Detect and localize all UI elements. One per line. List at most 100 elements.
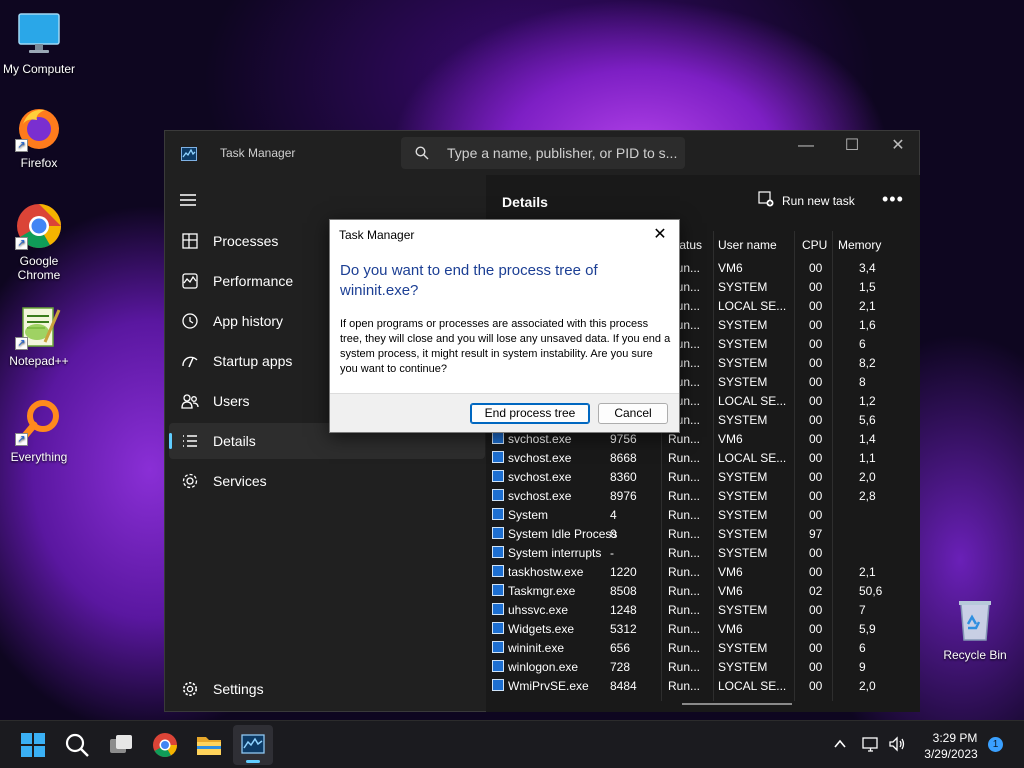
table-row[interactable]: svchost.exe 8360 Run... SYSTEM 00 2,0 xyxy=(486,467,920,486)
memory-cell: 1,1 xyxy=(859,451,876,465)
sidebar-item-settings[interactable]: Settings xyxy=(169,671,485,707)
sidebar-item-services[interactable]: Services xyxy=(169,463,485,499)
desktop-icon-label: Recycle Bin xyxy=(943,648,1007,662)
desktop-icon-label: Notepad++ xyxy=(9,354,69,368)
cpu-cell: 00 xyxy=(809,660,823,674)
table-row[interactable]: System Idle Process 0 Run... SYSTEM 97 xyxy=(486,524,920,543)
desktop-icon-notepadpp[interactable]: ↗ Notepad++ xyxy=(1,302,77,368)
table-row[interactable]: uhssvc.exe 1248 Run... SYSTEM 00 7 xyxy=(486,600,920,619)
status-cell: Run... xyxy=(668,565,701,579)
page-title: Details xyxy=(502,194,548,210)
cancel-button[interactable]: Cancel xyxy=(598,403,668,424)
close-window-button[interactable]: ✕ xyxy=(875,131,921,163)
title-bar: Task Manager — ☐ ✕ xyxy=(165,131,919,175)
search-icon[interactable] xyxy=(62,730,92,760)
gear-icon xyxy=(181,680,199,698)
desktop-icon-firefox[interactable]: ↗ Firefox xyxy=(1,104,77,170)
dialog-close-button[interactable]: ✕ xyxy=(649,224,671,246)
cpu-cell: 00 xyxy=(809,679,823,693)
memory-cell: 50,6 xyxy=(859,584,883,598)
table-row[interactable]: svchost.exe 8976 Run... SYSTEM 00 2,8 xyxy=(486,486,920,505)
clock-date[interactable]: 3/29/2023 xyxy=(918,747,984,761)
table-row[interactable]: Widgets.exe 5312 Run... VM6 00 5,9 xyxy=(486,619,920,638)
desktop-icon-chrome[interactable]: ↗ Google Chrome xyxy=(1,202,77,282)
column-header-memory[interactable]: Memory xyxy=(838,238,881,252)
process-icon xyxy=(492,565,504,577)
cpu-cell: 00 xyxy=(809,622,823,636)
recycle-bin-icon xyxy=(951,596,999,644)
process-icon xyxy=(492,489,504,501)
status-cell: Run... xyxy=(668,622,701,636)
table-row[interactable]: taskhostw.exe 1220 Run... VM6 00 2,1 xyxy=(486,562,920,581)
process-name-cell: Widgets.exe xyxy=(508,622,575,636)
notification-badge[interactable]: 1 xyxy=(988,737,1003,752)
column-header-user[interactable]: User name xyxy=(718,238,777,252)
user-name-cell: SYSTEM xyxy=(718,337,768,351)
task-view-icon[interactable] xyxy=(106,730,136,760)
cpu-cell: 00 xyxy=(809,299,823,313)
sidebar-item-label: Startup apps xyxy=(213,353,293,369)
cpu-cell: 00 xyxy=(809,603,823,617)
pid-cell: 4 xyxy=(610,508,617,522)
desktop-icon-everything[interactable]: ↗ Everything xyxy=(1,398,77,464)
user-name-cell: VM6 xyxy=(718,565,743,579)
status-cell: Run... xyxy=(668,527,701,541)
dialog-message: If open programs or processes are associ… xyxy=(340,318,671,375)
horizontal-scrollbar[interactable] xyxy=(486,703,906,706)
end-process-tree-button[interactable]: End process tree xyxy=(470,403,590,424)
pid-cell: 8508 xyxy=(610,584,637,598)
cpu-cell: 00 xyxy=(809,280,823,294)
pid-cell: - xyxy=(610,546,614,560)
pid-cell: 1220 xyxy=(610,565,637,579)
table-row[interactable]: winlogon.exe 728 Run... SYSTEM 00 9 xyxy=(486,657,920,676)
column-header-cpu[interactable]: CPU xyxy=(802,238,827,252)
process-icon xyxy=(492,508,504,520)
cpu-cell: 00 xyxy=(809,261,823,275)
volume-icon[interactable] xyxy=(888,736,906,757)
clock-time[interactable]: 3:29 PM xyxy=(925,731,985,745)
chevron-up-icon[interactable] xyxy=(832,736,848,757)
file-explorer-icon[interactable] xyxy=(194,730,224,760)
desktop-icon-recycle-bin[interactable]: Recycle Bin xyxy=(937,596,1013,662)
network-icon[interactable] xyxy=(862,736,880,757)
desktop-icon-label: Everything xyxy=(10,450,68,464)
hamburger-menu-icon[interactable] xyxy=(179,193,197,212)
memory-cell: 6 xyxy=(859,641,866,655)
start-windows-icon[interactable] xyxy=(18,730,48,760)
cpu-cell: 00 xyxy=(809,451,823,465)
cpu-cell: 00 xyxy=(809,641,823,655)
maximize-button[interactable]: ☐ xyxy=(829,131,875,163)
scrollbar-thumb[interactable] xyxy=(682,703,792,705)
table-row[interactable]: wininit.exe 656 Run... SYSTEM 00 6 xyxy=(486,638,920,657)
pid-cell: 8360 xyxy=(610,470,637,484)
status-cell: Run... xyxy=(668,508,701,522)
table-row[interactable]: System 4 Run... SYSTEM 00 xyxy=(486,505,920,524)
desktop-icon-my-computer[interactable]: My Computer xyxy=(1,10,77,76)
user-name-cell: SYSTEM xyxy=(718,508,768,522)
pid-cell: 1248 xyxy=(610,603,637,617)
more-options-button[interactable]: ••• xyxy=(882,189,904,210)
task-manager-taskbar-button[interactable] xyxy=(233,725,273,765)
process-icon xyxy=(492,679,504,691)
table-row[interactable]: Taskmgr.exe 8508 Run... VM6 02 50,6 xyxy=(486,581,920,600)
status-cell: Run... xyxy=(668,451,701,465)
cpu-cell: 00 xyxy=(809,489,823,503)
user-name-cell: SYSTEM xyxy=(718,375,768,389)
chrome-taskbar-icon[interactable] xyxy=(150,730,180,760)
process-icon xyxy=(492,527,504,539)
sidebar-item-label: Services xyxy=(213,473,267,489)
process-name-cell: svchost.exe xyxy=(508,470,572,484)
search-box[interactable] xyxy=(401,137,685,169)
notepadpp-icon: ↗ xyxy=(15,302,63,350)
status-cell: Run... xyxy=(668,489,701,503)
search-input[interactable] xyxy=(447,143,677,163)
memory-cell: 2,1 xyxy=(859,565,876,579)
end-process-tree-dialog: Task Manager ✕ Do you want to end the pr… xyxy=(329,219,680,433)
table-row[interactable]: svchost.exe 8668 Run... LOCAL SE... 00 1,1 xyxy=(486,448,920,467)
table-row[interactable]: System interrupts - Run... SYSTEM 00 xyxy=(486,543,920,562)
minimize-button[interactable]: — xyxy=(783,131,829,163)
memory-cell: 2,0 xyxy=(859,470,876,484)
process-icon xyxy=(492,432,504,444)
memory-cell: 3,4 xyxy=(859,261,876,275)
table-row[interactable]: WmiPrvSE.exe 8484 Run... LOCAL SE... 00 2,0 xyxy=(486,676,920,695)
